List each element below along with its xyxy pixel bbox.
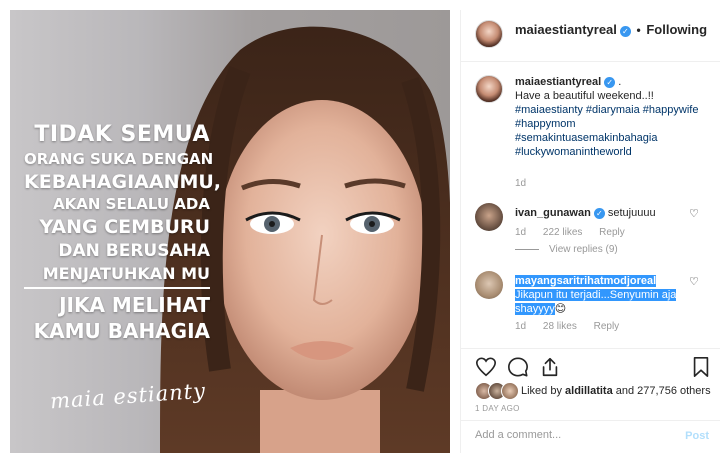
quote-line: KEBAHAGIAANMU, xyxy=(24,171,222,193)
post-comment-button[interactable]: Post xyxy=(685,430,709,442)
comment-likes-count[interactable]: 222 likes xyxy=(543,227,582,238)
author-username-link[interactable]: maiaestiantyreal xyxy=(515,22,617,37)
comment-body: shayyyy xyxy=(515,303,555,315)
comment-likes-count[interactable]: 28 likes xyxy=(543,321,577,332)
verified-badge-icon: ✓ xyxy=(604,77,616,88)
quote-text: TIDAK SEMUA ORANG SUKA DENGAN KEBAHAGIAA… xyxy=(24,122,222,343)
quote-divider xyxy=(24,287,210,289)
comment-age[interactable]: 1d xyxy=(515,227,526,238)
comment-like-heart-icon[interactable]: ♡ xyxy=(689,207,699,220)
comment-body: setujuuuu xyxy=(607,207,656,219)
add-comment-bar: Post xyxy=(461,420,720,453)
comment-icon[interactable] xyxy=(507,356,529,378)
commenter-username-link[interactable]: mayangsaritrihatmodjoreal xyxy=(515,275,657,287)
comment-meta: 1d 28 likes Reply xyxy=(515,321,633,332)
post-header: maiaestiantyreal ✓ • Following xyxy=(461,10,720,62)
commenter-avatar[interactable] xyxy=(475,203,503,231)
caption-username-link[interactable]: maiaestiantyreal xyxy=(515,76,601,88)
caption-hashtags[interactable]: #semakintuasemakinbahagia xyxy=(515,132,657,144)
liked-by-row: Liked by aldillatita and 277,756 others xyxy=(475,382,720,402)
post-side-panel: maiaestiantyreal ✓ • Following maiaestian… xyxy=(460,10,720,453)
liked-by-suffix[interactable]: and 277,756 others xyxy=(613,385,711,397)
replies-line xyxy=(515,248,539,250)
comment-reply-button[interactable]: Reply xyxy=(599,227,625,238)
smile-emoji-icon: 😊 xyxy=(554,303,567,315)
share-icon[interactable] xyxy=(539,356,561,378)
commenter-avatar[interactable] xyxy=(475,271,503,299)
quote-line: JIKA MELIHAT xyxy=(59,293,210,317)
quote-line: DAN BERUSAHA xyxy=(58,241,210,261)
caption-avatar[interactable] xyxy=(475,75,503,103)
instagram-post-modal: TIDAK SEMUA ORANG SUKA DENGAN KEBAHAGIAA… xyxy=(0,0,720,462)
liker-avatar[interactable] xyxy=(501,382,519,400)
view-replies-button[interactable]: View replies (9) xyxy=(515,244,618,255)
following-button[interactable]: Following xyxy=(646,22,707,37)
view-replies-label: View replies (9) xyxy=(549,244,618,255)
header-username-row: maiaestiantyreal ✓ • Following xyxy=(515,22,707,37)
caption-hashtags[interactable]: #maiaestianty #diarymaia #happywife xyxy=(515,104,698,116)
liked-by-prefix: Liked by xyxy=(521,385,566,397)
quote-line: ORANG SUKA DENGAN xyxy=(24,150,214,168)
comment-like-heart-icon[interactable]: ♡ xyxy=(689,275,699,288)
caption-hashtags[interactable]: #luckywomanintheworld xyxy=(515,146,632,158)
liked-by-text: Liked by aldillatita and 277,756 others xyxy=(521,385,711,397)
quote-line: MENJATUHKAN MU xyxy=(42,264,210,283)
post-timestamp[interactable]: 1 DAY AGO xyxy=(475,404,520,413)
quote-line: AKAN SELALU ADA xyxy=(53,195,210,213)
comment-age[interactable]: 1d xyxy=(515,321,526,332)
liked-by-user-link[interactable]: aldillatita xyxy=(565,385,613,397)
comments-area: maiaestiantyreal ✓ . Have a beautiful wee… xyxy=(461,63,720,353)
comment-text: mayangsaritrihatmodjoreal Jikapun itu te… xyxy=(515,274,685,316)
comment-text: ivan_gunawan ✓ setujuuuu xyxy=(515,206,685,220)
comment-body: Jikapun itu terjadi...Senyumin aja xyxy=(515,289,677,301)
quote-line: TIDAK SEMUA xyxy=(34,122,210,147)
post-photo[interactable]: TIDAK SEMUA ORANG SUKA DENGAN KEBAHAGIAA… xyxy=(10,10,450,453)
header-separator: • xyxy=(636,23,641,37)
verified-badge-icon: ✓ xyxy=(593,208,605,219)
caption-meta: 1d xyxy=(515,178,540,189)
heart-icon[interactable] xyxy=(475,356,497,378)
caption-line: Have a beautiful weekend..!! xyxy=(515,90,654,102)
author-avatar[interactable] xyxy=(475,20,503,48)
commenter-username-link[interactable]: ivan_gunawan xyxy=(515,207,591,219)
caption-text: maiaestiantyreal ✓ . Have a beautiful wee… xyxy=(515,76,699,158)
add-comment-input[interactable] xyxy=(475,429,665,441)
verified-badge-icon: ✓ xyxy=(619,26,631,37)
caption-hashtags[interactable]: #happymom xyxy=(515,118,576,130)
quote-line: KAMU BAHAGIA xyxy=(33,319,210,343)
comment-reply-button[interactable]: Reply xyxy=(594,321,620,332)
post-actions-bar xyxy=(461,348,720,384)
bookmark-icon[interactable] xyxy=(691,356,711,378)
caption-age[interactable]: 1d xyxy=(515,178,526,189)
quote-line: YANG CEMBURU xyxy=(39,216,210,238)
comment-meta: 1d 222 likes Reply xyxy=(515,227,639,238)
